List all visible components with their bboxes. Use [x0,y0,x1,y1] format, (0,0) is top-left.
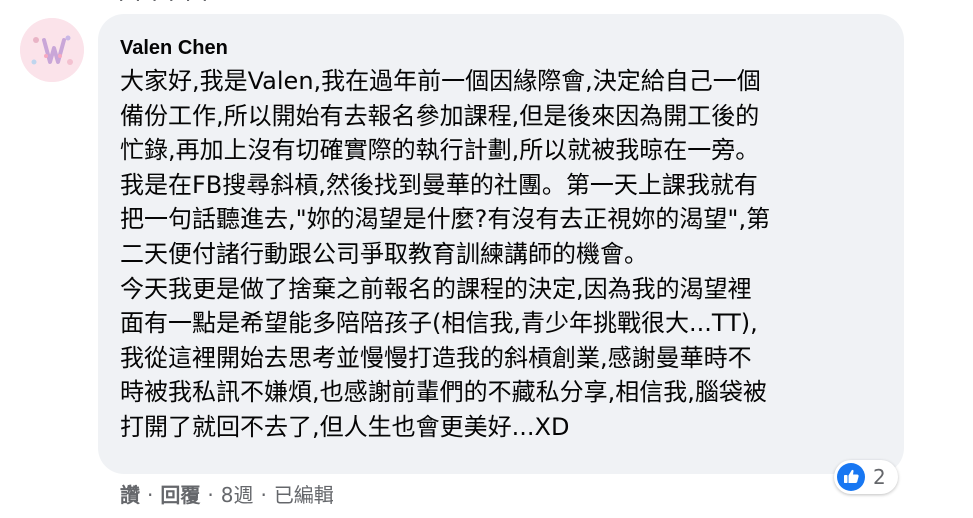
comment-text-line: 我是在FB搜尋斜槓,然後找到曼華的社團。第一天上課我就有 [120,170,758,199]
comment-text-line: 備份工作,所以開始有去報名參加課程,但是後來因為開工後的 [120,101,760,130]
separator-dot: · [260,483,267,507]
comment-actions: 讚 · 回覆 · 8週 · 已編輯 [120,480,334,510]
separator-dot: · [207,483,214,507]
comment-text-line: 把一句話聽進去,"妳的渴望是什麼?有沒有去正視妳的渴望",第 [120,205,771,234]
separator-dot: · [147,483,154,507]
comment-text-line: 打開了就回不去了,但人生也會更美好...XD [120,412,570,441]
comment-text-line: 今天我更是做了捨棄之前報名的課程的決定,因為我的渴望裡 [120,274,752,303]
comment-text-line: 時被我私訊不嫌煩,也感謝前輩們的不藏私分享,相信我,腦袋被 [120,378,767,407]
comment-bubble: Valen Chen 大家好,我是Valen,我在過年前一個因緣際會,決定給自己… [98,14,904,474]
comment-text-line: 大家好,我是Valen,我在過年前一個因緣際會,決定給自己一個 [120,67,761,95]
comment-text-line: 我從這裡開始去思考並慢慢打造我的斜槓創業,感謝曼華時不 [120,343,752,372]
reply-link[interactable]: 回覆 [160,483,200,507]
comment-text-line: 二天便付諸行動跟公司爭取教育訓練講師的機會。 [120,239,648,268]
previous-comment-cutoff: · · · · · · [118,0,210,12]
reaction-summary[interactable]: 2 [834,460,898,494]
reaction-count: 2 [873,465,886,489]
avatar-illustration-icon [20,18,84,82]
comment-author[interactable]: Valen Chen [120,36,880,60]
like-link[interactable]: 讚 [120,483,140,507]
comment-text-line: 忙錄,再加上沒有切確實際的執行計劃,所以就被我晾在一旁。 [120,136,760,165]
timestamp-link[interactable]: 8週 [221,483,254,507]
thumbs-up-icon [837,463,865,491]
edited-label[interactable]: 已編輯 [274,483,334,507]
avatar[interactable] [20,18,84,82]
comment-text-line: 面有一點是希望能多陪陪孩子(相信我,青少年挑戰很大...TT), [120,309,758,338]
